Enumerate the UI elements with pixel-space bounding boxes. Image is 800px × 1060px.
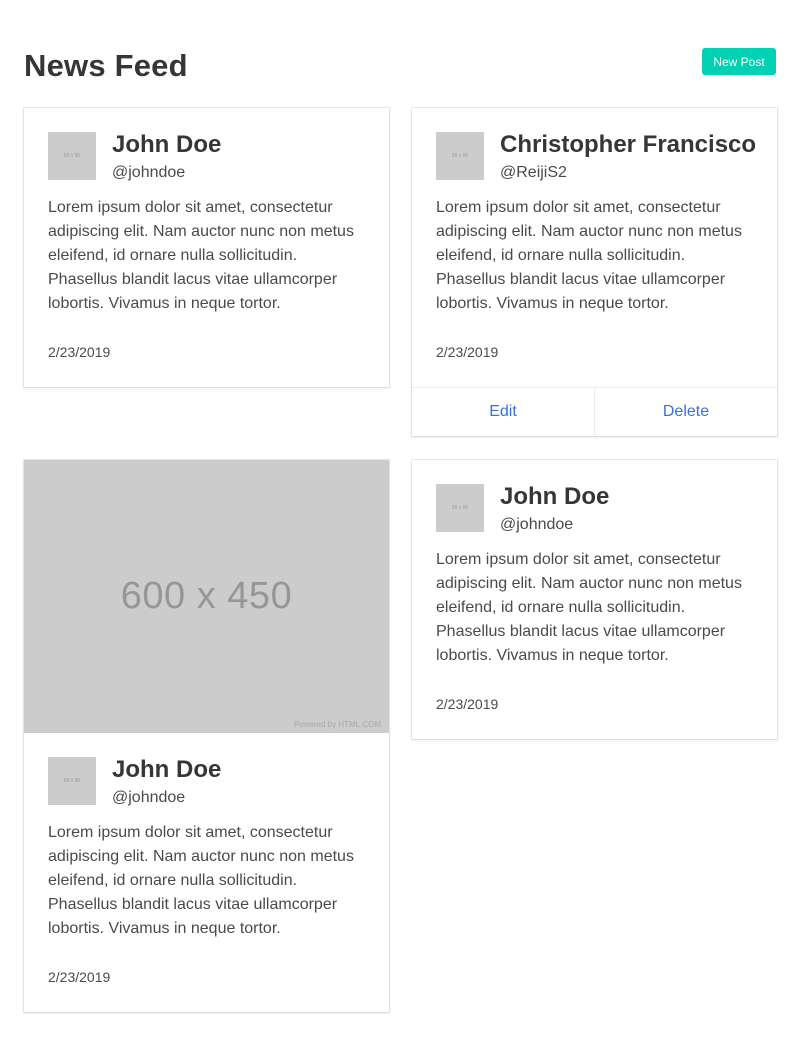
author-name: John Doe [112, 756, 222, 783]
delete-button[interactable]: Delete [594, 388, 777, 436]
avatar-placeholder-text: 96 x 96 [451, 505, 469, 511]
author-handle: @johndoe [112, 164, 186, 181]
avatar: 96 x 96 [48, 757, 96, 805]
post-body: Lorem ipsum dolor sit amet, consectetur … [436, 551, 742, 664]
author-name: Christopher Francisco [500, 131, 757, 158]
post-body: Lorem ipsum dolor sit amet, consectetur … [48, 824, 354, 937]
avatar: 96 x 96 [436, 132, 484, 180]
author-name: John Doe [112, 131, 222, 158]
card-footer: Edit Delete [412, 387, 777, 436]
image-credit: Powered by HTML.COM [293, 720, 381, 729]
post-content: 96 x 96 Christopher Francisco @ReijiS2 L… [412, 108, 777, 360]
post-date: 2/23/2019 [48, 344, 111, 360]
post-card: 96 x 96 John Doe @johndoe Lorem ipsum do… [24, 108, 389, 387]
post-content: 96 x 96 John Doe @johndoe Lorem ipsum do… [24, 733, 389, 985]
post-date: 2/23/2019 [436, 344, 499, 360]
avatar-placeholder-text: 96 x 96 [63, 778, 81, 784]
post-card: 96 x 96 John Doe @johndoe Lorem ipsum do… [412, 460, 777, 739]
post-date: 2/23/2019 [48, 969, 111, 985]
author-name: John Doe [500, 483, 610, 510]
post-body: Lorem ipsum dolor sit amet, consectetur … [436, 199, 742, 312]
post-body: Lorem ipsum dolor sit amet, consectetur … [48, 199, 354, 312]
post-content: 96 x 96 John Doe @johndoe Lorem ipsum do… [412, 460, 777, 712]
edit-button[interactable]: Edit [412, 388, 594, 436]
post-image: 600 x 450 Powered by HTML.COM [24, 460, 389, 733]
avatar: 96 x 96 [48, 132, 96, 180]
avatar-placeholder-text: 96 x 96 [451, 153, 469, 159]
author-handle: @ReijiS2 [500, 164, 567, 181]
avatar-placeholder-text: 96 x 96 [63, 153, 81, 159]
author-handle: @johndoe [500, 516, 574, 533]
post-card: 600 x 450 Powered by HTML.COM 96 x 96 Jo… [24, 460, 389, 1012]
image-placeholder-text: 600 x 450 [120, 575, 293, 617]
page-title: News Feed [24, 48, 188, 83]
new-post-button[interactable]: New Post [702, 48, 776, 75]
author-handle: @johndoe [112, 789, 186, 806]
post-card: 96 x 96 Christopher Francisco @ReijiS2 L… [412, 108, 777, 436]
avatar: 96 x 96 [436, 484, 484, 532]
post-date: 2/23/2019 [436, 696, 499, 712]
post-content: 96 x 96 John Doe @johndoe Lorem ipsum do… [24, 108, 389, 360]
